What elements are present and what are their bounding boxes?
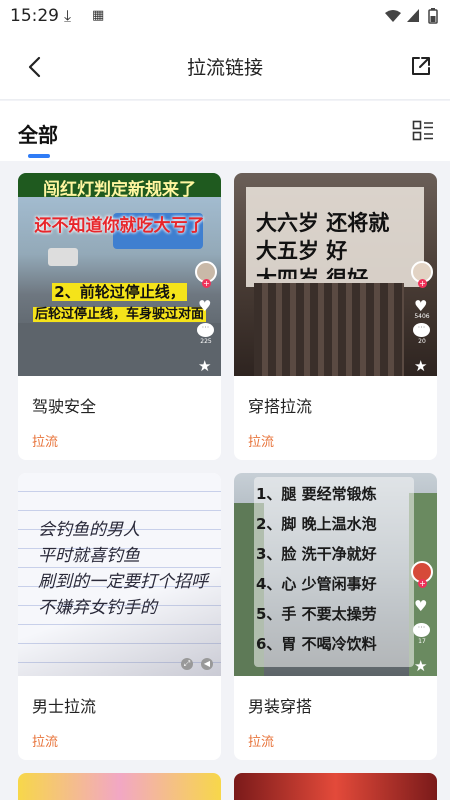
- thumb-caption: 1、腿 要经常锻炼: [256, 485, 377, 503]
- card-title: 驾驶安全: [32, 397, 97, 416]
- comment-count: 17: [418, 638, 426, 645]
- card-title: 男装穿搭: [248, 697, 313, 716]
- video-card[interactable]: [234, 773, 437, 800]
- battery-icon: [428, 8, 438, 24]
- thumb-caption: 大五岁 好: [256, 239, 348, 263]
- share-icon[interactable]: [408, 53, 434, 79]
- wifi-icon: [385, 10, 401, 22]
- video-card[interactable]: 会钓鱼的男人 平时就喜钓鱼 刷到的一定要打个招呼 不嫌弃女钓手的 ⤢ ◀ 男士拉…: [18, 473, 221, 760]
- video-card[interactable]: [18, 773, 221, 800]
- video-thumbnail: [18, 773, 221, 800]
- thumb-caption: 2、脚 晚上温水泡: [256, 515, 377, 533]
- thumb-caption: 不嫌弃女钓手的: [38, 598, 157, 618]
- thumb-caption: 刷到的一定要打个招呼: [38, 572, 208, 592]
- video-thumbnail: 大六岁 还将就 大五岁 好 大四岁 很好 + ♥ 5406 ··· 20 ★: [234, 173, 437, 376]
- card-title: 穿搭拉流: [248, 397, 313, 416]
- thumb-caption: 大六岁 还将就: [256, 211, 390, 235]
- status-bar: 15:29 ⤓ ▦: [0, 0, 450, 34]
- thumb-caption: 6、胃 不喝冷饮料: [256, 635, 377, 653]
- comment-icon[interactable]: ···: [197, 323, 214, 337]
- page-title: 拉流链接: [186, 57, 263, 79]
- like-heart-icon[interactable]: ♥: [414, 597, 427, 615]
- follow-plus-icon[interactable]: +: [418, 279, 427, 288]
- thumb-caption: 3、脸 洗干净就好: [256, 545, 377, 563]
- layout-toggle-icon[interactable]: [412, 120, 434, 142]
- card-tag[interactable]: 拉流: [248, 431, 274, 450]
- signal-icon: [407, 9, 419, 22]
- like-count: 5406: [414, 313, 430, 320]
- thumb-caption: 4、心 少管闲事好: [256, 575, 377, 593]
- thumb-caption: 大四岁 很好: [256, 267, 369, 279]
- comment-icon[interactable]: ···: [413, 323, 430, 337]
- like-heart-icon[interactable]: ♥: [198, 297, 211, 315]
- video-thumbnail: [234, 773, 437, 800]
- tab-bar: 全部: [0, 101, 450, 161]
- thumb-caption: 5、手 不要太操劳: [256, 605, 377, 623]
- title-bar: 拉流链接: [0, 34, 450, 100]
- status-time: 15:29: [10, 6, 59, 26]
- thumb-caption: 会钓鱼的男人: [38, 520, 140, 540]
- comment-count: 20: [418, 338, 426, 345]
- card-title: 男士拉流: [32, 697, 97, 716]
- video-thumbnail: 1、腿 要经常锻炼 2、脚 晚上温水泡 3、脸 洗干净就好 4、心 少管闲事好 …: [234, 473, 437, 676]
- video-thumbnail: 会钓鱼的男人 平时就喜钓鱼 刷到的一定要打个招呼 不嫌弃女钓手的 ⤢ ◀: [18, 473, 221, 676]
- video-card[interactable]: 大六岁 还将就 大五岁 好 大四岁 很好 + ♥ 5406 ··· 20 ★ 穿…: [234, 173, 437, 460]
- favorite-star-icon[interactable]: ★: [414, 357, 427, 375]
- video-card[interactable]: 闯红灯判定新规来了 还不知道你就吃大亏了 2、前轮过停止线， 后轮过停止线，车身…: [18, 173, 221, 460]
- volume-icon[interactable]: ◀: [201, 658, 213, 670]
- card-tag[interactable]: 拉流: [32, 431, 58, 450]
- video-thumbnail: 闯红灯判定新规来了 还不知道你就吃大亏了 2、前轮过停止线， 后轮过停止线，车身…: [18, 173, 221, 376]
- follow-plus-icon[interactable]: +: [418, 579, 427, 588]
- favorite-star-icon[interactable]: ★: [198, 357, 211, 375]
- tab-all[interactable]: 全部: [18, 119, 58, 148]
- download-icon: ⤓: [64, 6, 72, 25]
- thumb-caption: 后轮过停止线，车身驶过对面: [32, 307, 206, 322]
- fullscreen-icon[interactable]: ⤢: [181, 658, 193, 670]
- card-tag[interactable]: 拉流: [32, 731, 58, 750]
- card-tag[interactable]: 拉流: [248, 731, 274, 750]
- favorite-star-icon[interactable]: ★: [414, 657, 427, 675]
- follow-plus-icon[interactable]: +: [202, 279, 211, 288]
- thumb-caption: 还不知道你就吃大亏了: [34, 216, 205, 236]
- comment-count: 225: [200, 338, 212, 345]
- thumb-caption: 平时就喜钓鱼: [38, 546, 140, 566]
- thumb-caption: 2、前轮过停止线，: [52, 283, 187, 301]
- tab-active-indicator: [28, 154, 50, 158]
- video-card[interactable]: 1、腿 要经常锻炼 2、脚 晚上温水泡 3、脸 洗干净就好 4、心 少管闲事好 …: [234, 473, 437, 760]
- comment-icon[interactable]: ···: [413, 623, 430, 637]
- thumb-caption: 闯红灯判定新规来了: [43, 180, 196, 200]
- qr-icon: ▦: [92, 8, 105, 23]
